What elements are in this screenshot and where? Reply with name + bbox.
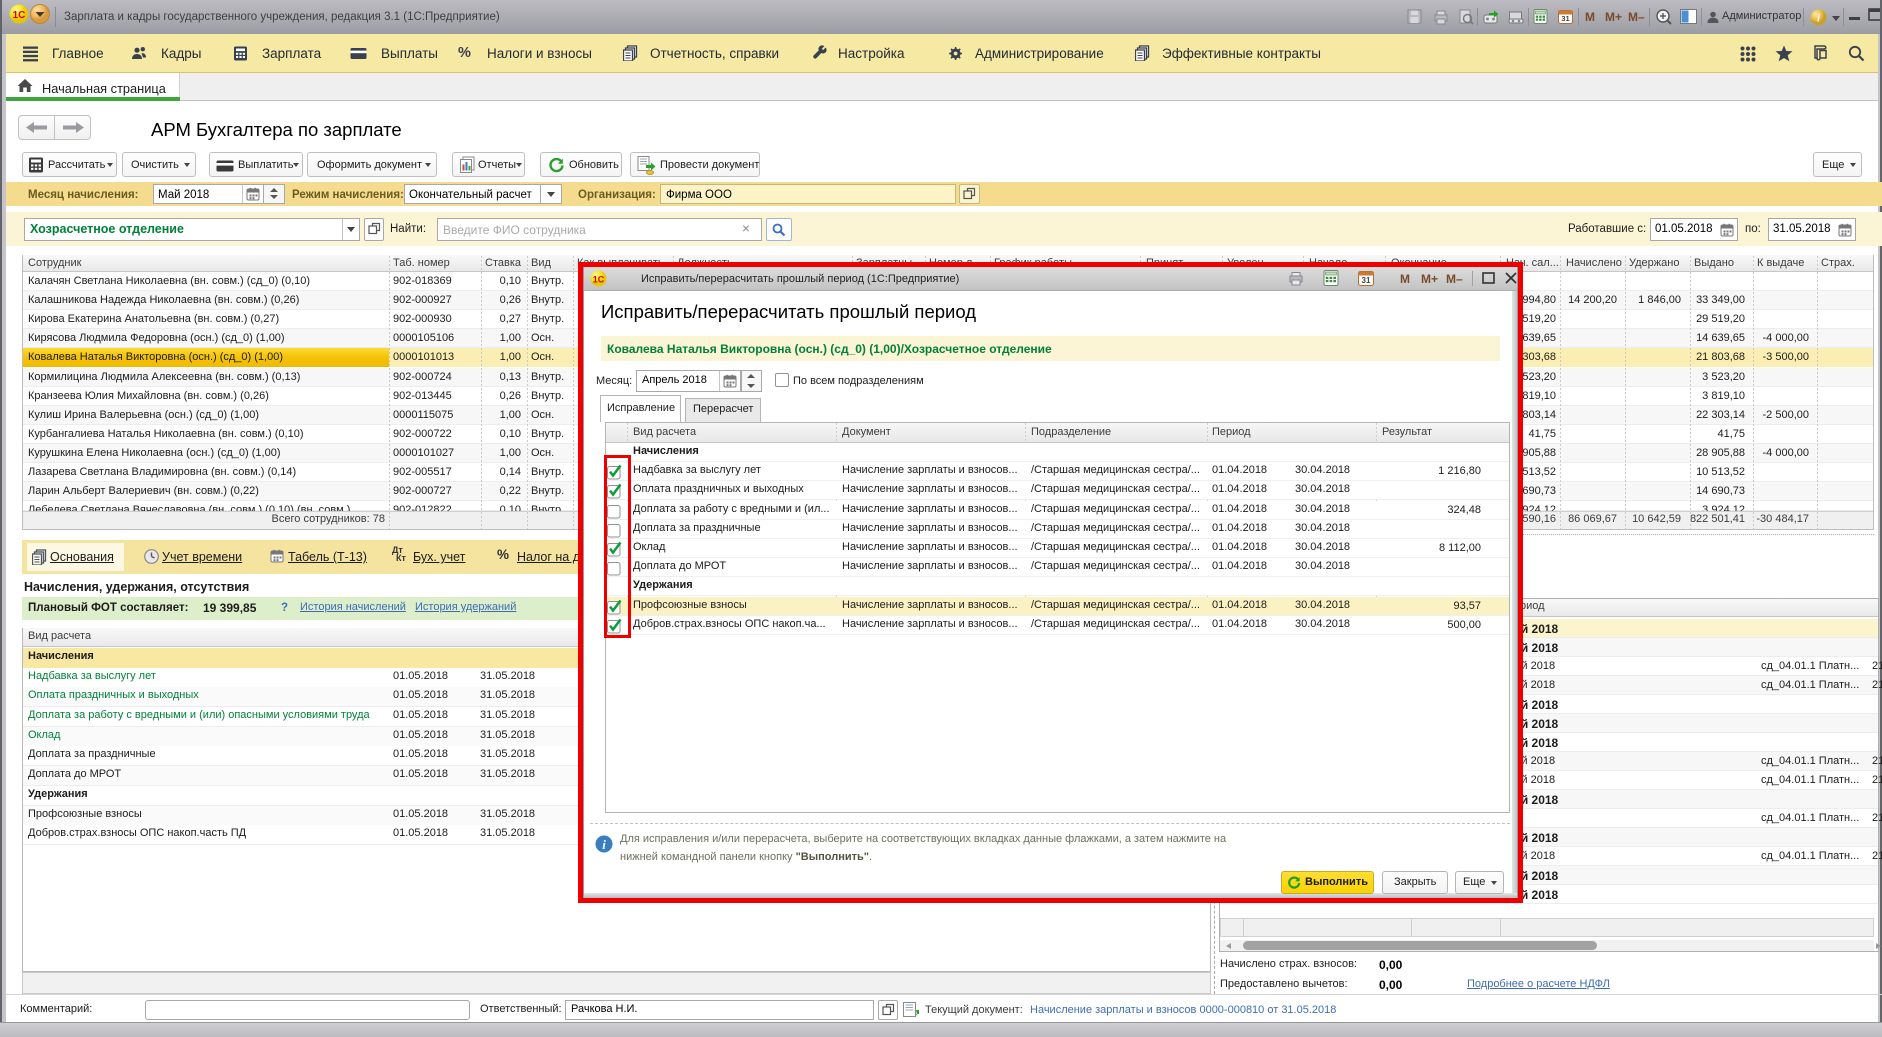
svg-text:i: i: [602, 837, 606, 852]
svg-text:31: 31: [1561, 14, 1569, 23]
svg-text:1С: 1С: [593, 275, 605, 285]
svg-text:1С: 1С: [13, 10, 26, 21]
svg-text:31: 31: [1362, 276, 1371, 285]
